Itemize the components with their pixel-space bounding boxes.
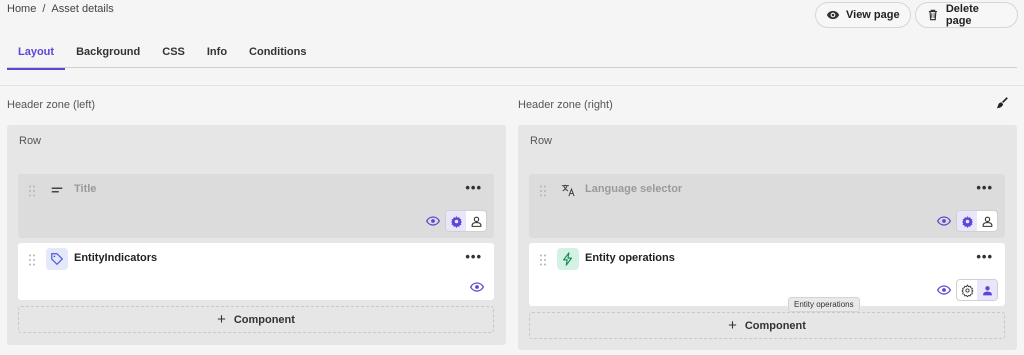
component-title-label: Title [74, 183, 97, 195]
row-left: Row Title ••• EntityIndicators ••• + Com… [7, 125, 506, 345]
tab-background[interactable]: Background [65, 41, 151, 68]
view-page-label: View page [846, 9, 900, 21]
text-lines-icon [46, 179, 68, 201]
add-component-label: Component [233, 313, 295, 326]
tab-bar: Layout Background CSS Info Conditions [7, 41, 1017, 70]
zone-label-left: Header zone (left) [7, 99, 96, 111]
trash-icon [928, 9, 937, 21]
breadcrumb-current: Asset details [51, 3, 114, 15]
drag-handle-icon[interactable] [28, 185, 36, 197]
drag-handle-icon[interactable] [539, 185, 547, 197]
section-divider [0, 85, 1024, 86]
breadcrumb: Home / Asset details [7, 3, 114, 15]
drag-handle-icon[interactable] [539, 254, 547, 266]
visibility-eye-icon[interactable] [425, 213, 441, 229]
brush-icon[interactable] [995, 96, 1009, 110]
delete-page-button[interactable]: Delete page [915, 2, 1018, 28]
row-label: Row [530, 135, 553, 147]
more-icon[interactable]: ••• [976, 181, 993, 194]
gear-icon[interactable] [446, 211, 466, 231]
translate-icon [557, 179, 579, 201]
tag-icon [46, 248, 68, 270]
add-component-button[interactable]: + Component [18, 306, 494, 333]
tooltip: Entity operations [788, 297, 860, 312]
user-icon[interactable] [466, 211, 486, 231]
user-icon[interactable] [977, 211, 997, 231]
settings-toggle-group [956, 210, 998, 232]
add-component-label: Component [744, 319, 806, 332]
breadcrumb-home[interactable]: Home [7, 3, 36, 15]
component-title-label: Entity operations [585, 252, 675, 264]
more-icon[interactable]: ••• [976, 250, 993, 263]
settings-toggle-group [956, 279, 998, 301]
settings-toggle-group [445, 210, 487, 232]
zone-label-right: Header zone (right) [518, 99, 613, 111]
visibility-eye-icon[interactable] [936, 282, 952, 298]
component-entityindicators[interactable]: EntityIndicators ••• [18, 243, 494, 300]
component-controls [469, 279, 485, 295]
add-component-button[interactable]: + Component [529, 312, 1005, 339]
bolt-icon [557, 248, 579, 270]
component-controls [936, 210, 998, 232]
tab-css[interactable]: CSS [151, 41, 196, 68]
gear-icon[interactable] [957, 280, 977, 300]
row-label: Row [19, 135, 42, 147]
view-page-button[interactable]: View page [815, 2, 911, 28]
component-title[interactable]: Title ••• [18, 174, 494, 238]
component-entity-operations[interactable]: Entity operations ••• [529, 243, 1005, 306]
tab-info[interactable]: Info [196, 41, 238, 68]
visibility-eye-icon[interactable] [936, 213, 952, 229]
component-controls [936, 279, 998, 301]
tab-layout[interactable]: Layout [7, 41, 66, 70]
delete-page-label: Delete page [945, 3, 979, 27]
component-title-label: EntityIndicators [74, 252, 158, 264]
visibility-eye-icon[interactable] [469, 279, 485, 295]
component-controls [425, 210, 487, 232]
breadcrumb-separator: / [42, 3, 46, 15]
plus-icon: + [217, 311, 226, 328]
row-right: Row Language selector ••• Entity operati… [518, 125, 1017, 350]
drag-handle-icon[interactable] [28, 254, 36, 266]
page-actions: View page Delete page [815, 2, 1018, 28]
more-icon[interactable]: ••• [465, 250, 482, 263]
eye-icon [826, 10, 840, 20]
user-icon[interactable] [977, 280, 997, 300]
tab-conditions[interactable]: Conditions [238, 41, 317, 68]
component-language-selector[interactable]: Language selector ••• [529, 174, 1005, 238]
gear-icon[interactable] [957, 211, 977, 231]
component-title-label: Language selector [585, 183, 683, 195]
more-icon[interactable]: ••• [465, 181, 482, 194]
plus-icon: + [728, 317, 737, 334]
